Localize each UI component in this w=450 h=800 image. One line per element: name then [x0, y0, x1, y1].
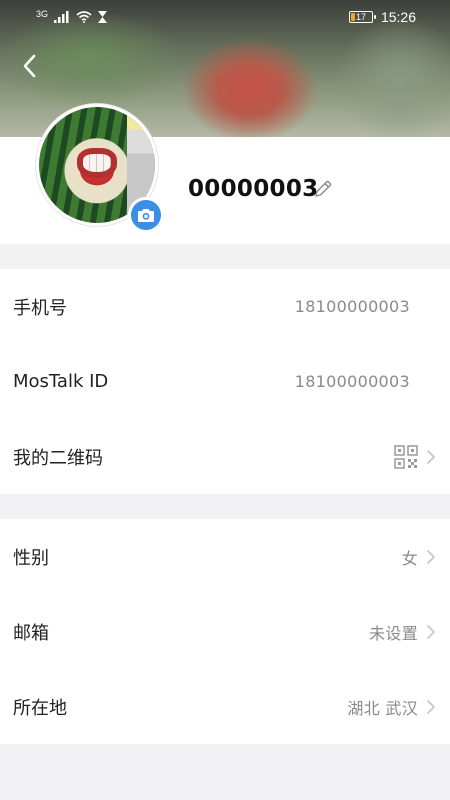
mostalk-id-label: MosTalk ID — [13, 371, 109, 392]
mostalk-id-row[interactable]: MosTalk ID 18100000003 — [0, 344, 450, 419]
status-left: 3G — [36, 9, 108, 23]
qr-code-row[interactable]: 我的二维码 — [0, 419, 450, 494]
chevron-left-icon — [23, 54, 36, 78]
account-info-section: 手机号 18100000003 MosTalk ID 18100000003 我… — [0, 269, 450, 494]
location-row[interactable]: 所在地 湖北 武汉 — [0, 669, 450, 744]
avatar-watermelon-mouth — [77, 147, 117, 178]
status-right: 17 15:26 — [348, 9, 416, 25]
camera-icon — [138, 208, 154, 222]
qr-code-label: 我的二维码 — [13, 447, 103, 469]
personal-info-section: 性别 女 邮箱 未设置 所在地 湖北 武汉 — [0, 519, 450, 744]
qr-code-icon — [394, 444, 418, 469]
network-type: 3G — [36, 9, 49, 19]
wifi-icon — [76, 11, 92, 23]
gender-right: 女 — [402, 545, 436, 569]
gender-value: 女 — [401, 548, 418, 568]
pencil-icon — [315, 180, 332, 197]
phone-row[interactable]: 手机号 18100000003 — [0, 269, 450, 344]
email-row[interactable]: 邮箱 未设置 — [0, 594, 450, 669]
email-label: 邮箱 — [13, 622, 49, 644]
gender-label: 性别 — [13, 547, 49, 569]
gender-row[interactable]: 性别 女 — [0, 519, 450, 594]
chevron-right-icon — [427, 549, 435, 564]
chevron-right-icon — [427, 449, 435, 464]
chevron-right-icon — [427, 699, 435, 714]
qr-code-right — [394, 444, 436, 469]
location-right: 湖北 武汉 — [347, 695, 436, 719]
mostalk-id-value: 18100000003 — [294, 372, 410, 391]
location-value: 湖北 武汉 — [347, 698, 418, 718]
edit-name-button[interactable] — [313, 179, 333, 199]
signal-icon — [54, 11, 69, 23]
hourglass-icon — [98, 11, 108, 23]
email-right: 未设置 — [369, 620, 436, 644]
battery-icon: 17 — [348, 11, 376, 23]
email-value: 未设置 — [369, 623, 418, 643]
back-button[interactable] — [16, 52, 42, 80]
status-bar: 3G 17 15:26 — [0, 0, 450, 34]
phone-label: 手机号 — [13, 297, 67, 319]
phone-value: 18100000003 — [294, 297, 410, 316]
chevron-right-icon — [427, 624, 435, 639]
battery-level: 17 — [355, 11, 366, 22]
status-time: 15:26 — [380, 9, 416, 25]
change-avatar-button[interactable] — [128, 197, 164, 233]
profile-name: 00000003 — [188, 176, 319, 202]
location-label: 所在地 — [13, 697, 67, 719]
